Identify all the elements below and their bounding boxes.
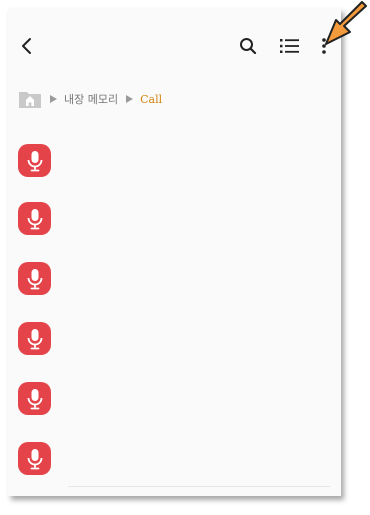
orange-arrow-icon [325,1,367,45]
breadcrumb-separator-icon [50,95,57,103]
app-toolbar [8,8,341,80]
recording-thumbnail [18,322,51,355]
breadcrumb-call: Call [140,92,163,106]
breadcrumb-separator-icon [126,95,134,103]
mic-icon [27,448,42,469]
mic-icon [27,268,42,289]
search-icon [240,38,257,55]
search-button[interactable] [236,34,260,58]
file-browser-window: 내장 메모리 Call [8,8,341,496]
breadcrumb-internal-storage[interactable]: 내장 메모리 [64,91,118,107]
recording-thumbnail [18,202,51,235]
home-folder-icon[interactable] [18,89,42,109]
breadcrumb: 내장 메모리 Call [18,88,162,110]
mic-icon [27,150,42,171]
list-item[interactable] [18,202,338,242]
list-view-button[interactable] [278,34,302,58]
recording-thumbnail [18,442,51,475]
mic-icon [27,388,42,409]
list-view-icon [280,39,299,53]
list-item[interactable] [18,262,338,302]
list-item[interactable] [18,382,338,422]
recording-thumbnail [18,144,51,177]
recording-thumbnail [18,382,51,415]
recording-thumbnail [18,262,51,295]
back-button[interactable] [16,34,38,58]
list-item[interactable] [18,322,338,362]
chevron-left-icon [22,38,31,54]
list-item[interactable] [18,442,338,482]
list-divider [68,486,330,487]
mic-icon [27,208,42,229]
mic-icon [27,328,42,349]
list-item[interactable] [18,144,338,184]
